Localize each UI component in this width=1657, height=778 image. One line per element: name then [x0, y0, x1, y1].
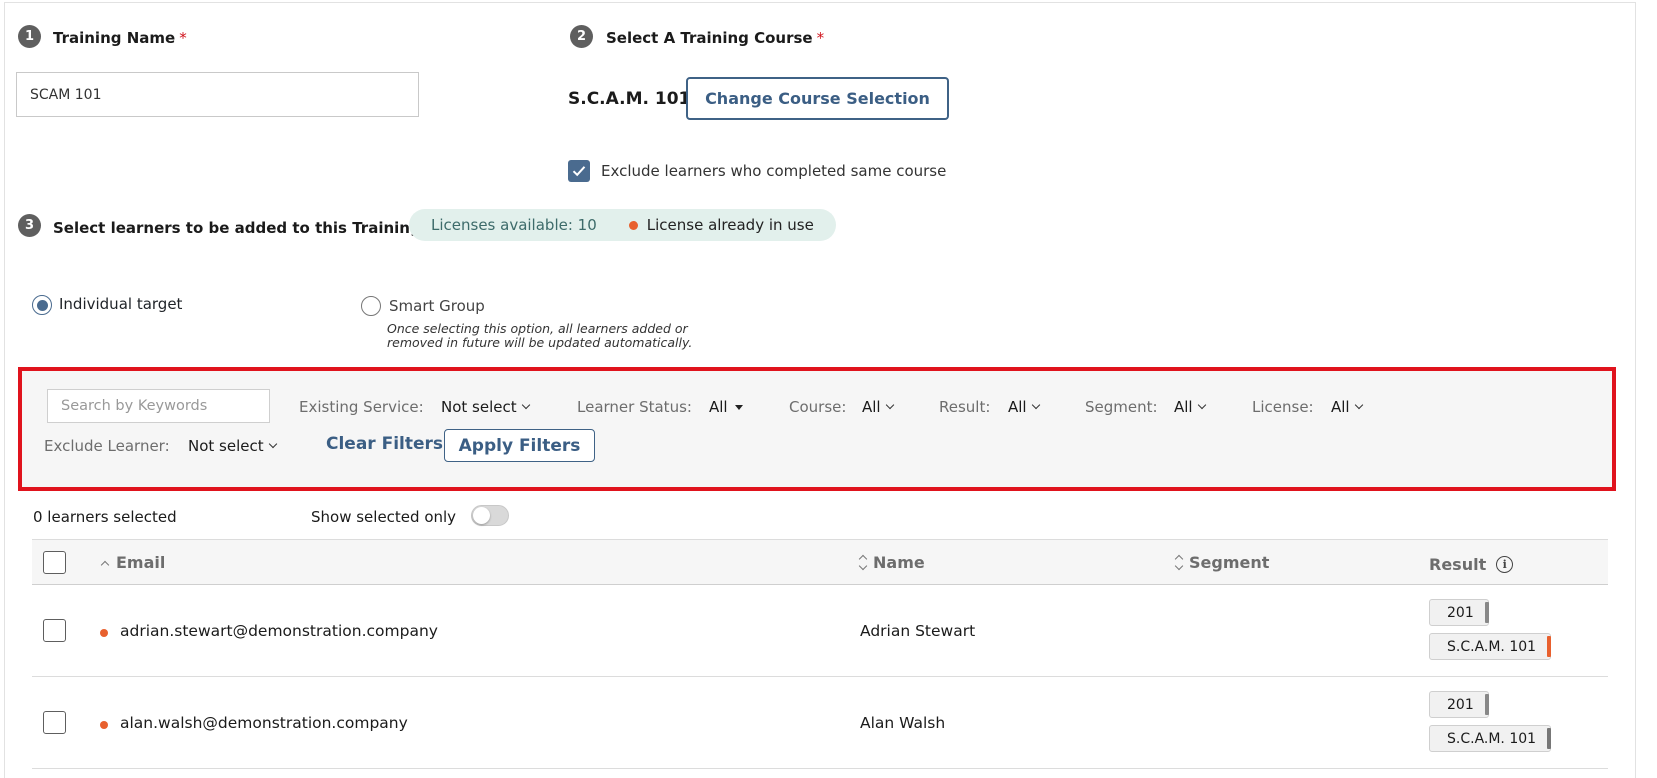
course-label: Course: [789, 398, 847, 416]
license-in-use-legend: License already in use [646, 216, 814, 234]
change-course-button[interactable]: Change Course Selection [686, 77, 949, 120]
row-checkbox[interactable] [43, 711, 66, 734]
license-in-use-dot-icon [100, 721, 108, 729]
email-column-header[interactable]: Email [100, 553, 165, 572]
exclude-learner-label: Exclude Learner: [44, 437, 170, 455]
chevron-down-icon [1354, 400, 1363, 410]
license-info-pill: Licenses available: 10 License already i… [409, 209, 836, 241]
filter-panel: Search by Keywords Existing Service: Not… [18, 367, 1616, 491]
learners-table: Email Name Segment Result i adrian.stewar… [32, 539, 1608, 769]
training-name-heading: Training Name * [53, 29, 187, 47]
table-header: Email Name Segment Result i [32, 539, 1608, 585]
show-selected-toggle[interactable] [471, 505, 509, 526]
smart-group-radio[interactable] [361, 296, 381, 316]
status-bar [1484, 602, 1489, 623]
status-bar [1484, 694, 1489, 715]
checkmark-icon [572, 166, 586, 177]
selected-count: 0 learners selected [33, 508, 177, 526]
exclude-completed-checkbox[interactable] [568, 160, 590, 182]
keyword-search-input[interactable]: Search by Keywords [47, 389, 270, 423]
select-all-checkbox[interactable] [43, 551, 66, 574]
license-label: License: [1252, 398, 1314, 416]
step-1-badge: 1 [18, 25, 41, 48]
name-column-header[interactable]: Name [858, 553, 925, 572]
result-tag: 201 [1429, 599, 1489, 626]
learner-status-label: Learner Status: [577, 398, 692, 416]
sort-ascending-icon [100, 560, 110, 569]
training-course-heading: Select A Training Course * [606, 29, 825, 47]
learner-status-dropdown[interactable]: All [709, 398, 743, 416]
select-learners-heading: Select learners to be added to this Trai… [53, 219, 432, 237]
chevron-down-icon [885, 400, 894, 410]
exclude-learner-dropdown[interactable]: Not select [188, 437, 277, 455]
training-name-input[interactable]: SCAM 101 [16, 72, 419, 117]
table-row[interactable]: adrian.stewart@demonstration.company Adr… [32, 585, 1608, 677]
segment-label: Segment: [1085, 398, 1158, 416]
step-3-badge: 3 [18, 214, 41, 237]
row-checkbox[interactable] [43, 619, 66, 642]
sort-icon [858, 554, 868, 571]
required-marker: * [179, 29, 187, 47]
license-dropdown[interactable]: All [1331, 398, 1363, 416]
selected-course-name: S.C.A.M. 101 [568, 89, 691, 109]
smart-group-label[interactable]: Smart Group [389, 297, 485, 315]
exclude-completed-label: Exclude learners who completed same cour… [601, 162, 947, 180]
chevron-down-icon [1031, 400, 1040, 410]
result-dropdown[interactable]: All [1008, 398, 1040, 416]
caret-down-icon [734, 404, 743, 410]
existing-service-dropdown[interactable]: Not select [441, 398, 530, 416]
result-tag: S.C.A.M. 101 [1429, 725, 1552, 752]
result-tag: 201 [1429, 691, 1489, 718]
clear-filters-button[interactable]: Clear Filters [326, 434, 443, 454]
license-in-use-dot-icon [100, 629, 108, 637]
segment-column-header[interactable]: Segment [1174, 553, 1269, 572]
chevron-down-icon [521, 400, 530, 410]
result-label: Result: [939, 398, 991, 416]
row-email: adrian.stewart@demonstration.company [120, 622, 438, 640]
chevron-down-icon [268, 439, 277, 449]
row-name: Adrian Stewart [860, 622, 976, 640]
info-icon[interactable]: i [1496, 556, 1514, 573]
existing-service-label: Existing Service: [299, 398, 424, 416]
licenses-available: Licenses available: 10 [431, 216, 597, 234]
smart-group-description: Once selecting this option, all learners… [387, 321, 693, 350]
chevron-down-icon [1197, 400, 1206, 410]
individual-target-radio[interactable] [32, 295, 52, 315]
status-bar [1547, 728, 1552, 749]
show-selected-label: Show selected only [311, 508, 457, 526]
segment-dropdown[interactable]: All [1174, 398, 1206, 416]
step-2-badge: 2 [570, 25, 593, 48]
status-bar [1547, 636, 1552, 657]
license-in-use-dot-icon [628, 220, 638, 230]
required-marker: * [816, 29, 825, 47]
sort-icon [1174, 554, 1184, 571]
result-tag: S.C.A.M. 101 [1429, 633, 1552, 660]
course-dropdown[interactable]: All [862, 398, 894, 416]
row-email: alan.walsh@demonstration.company [120, 714, 408, 732]
apply-filters-button[interactable]: Apply Filters [444, 429, 595, 462]
individual-target-label[interactable]: Individual target [59, 295, 182, 313]
result-column-header: Result i [1429, 555, 1514, 574]
row-name: Alan Walsh [860, 714, 946, 732]
table-row[interactable]: alan.walsh@demonstration.company Alan Wa… [32, 677, 1608, 769]
